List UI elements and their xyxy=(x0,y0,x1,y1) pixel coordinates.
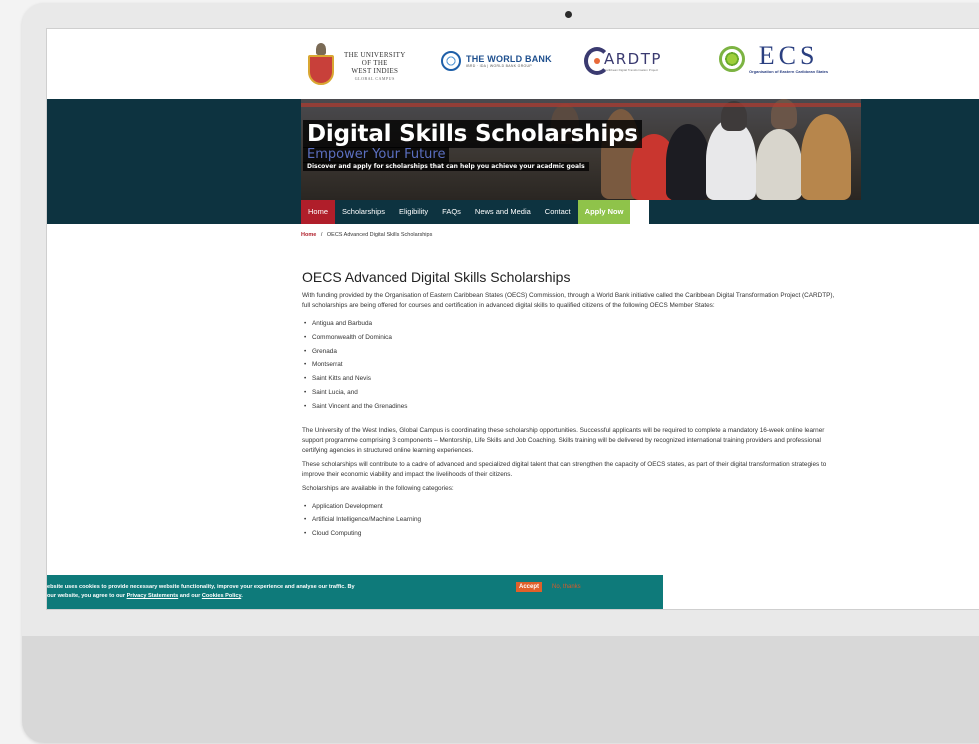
list-item: Montserrat xyxy=(302,358,842,372)
cardtp-title: ARDTP xyxy=(604,50,662,68)
breadcrumb-current: OECS Advanced Digital Skills Scholarship… xyxy=(326,232,433,238)
uwi-logo-text: THE UNIVERSITY OF THE WEST INDIES GLOBAL… xyxy=(344,51,406,81)
banner-title: Digital Skills Scholarships xyxy=(303,120,642,148)
hero-banner: Digital Skills Scholarships Empower Your… xyxy=(47,99,979,200)
monitor-chin xyxy=(22,636,979,743)
world-bank-logo[interactable]: THE WORLD BANK IBRD · IDA | WORLD BANK G… xyxy=(441,51,552,71)
nav-contact[interactable]: Contact xyxy=(537,200,578,224)
cookie-banner: ebsite uses cookies to provide necessary… xyxy=(47,575,663,609)
oecs-sun-icon xyxy=(719,45,745,72)
breadcrumb: Home / OECS Advanced Digital Skills Scho… xyxy=(301,232,432,238)
coordination-paragraph: The University of the West Indies, Globa… xyxy=(302,426,825,454)
list-item: Commonwealth of Dominica xyxy=(302,331,842,345)
list-item: Saint Lucia, and xyxy=(302,386,842,400)
oecs-sub: Organisation of Eastern Caribbean States xyxy=(749,69,829,74)
categories-intro: Scholarships are available in the follow… xyxy=(302,484,454,492)
list-item: Application Development xyxy=(302,500,842,514)
globe-icon xyxy=(441,51,461,71)
cardtp-logo[interactable]: ARDTP Caribbean Digital Transformation P… xyxy=(584,47,662,75)
main-nav: Home Scholarships Eligibility FAQs News … xyxy=(301,200,631,224)
oecs-title: ECS xyxy=(758,41,819,70)
oecs-logo[interactable]: ECS Organisation of Eastern Caribbean St… xyxy=(719,43,828,74)
page-title: OECS Advanced Digital Skills Scholarship… xyxy=(302,269,571,285)
world-bank-title: THE WORLD BANK xyxy=(466,54,552,64)
nav-faqs[interactable]: FAQs xyxy=(435,200,468,224)
breadcrumb-separator: / xyxy=(320,232,323,238)
breadcrumb-home-link[interactable]: Home xyxy=(301,232,316,238)
cookie-decline-button[interactable]: No, thanks xyxy=(552,584,581,590)
nav-news[interactable]: News and Media xyxy=(467,200,538,224)
partner-logos: THE UNIVERSITY OF THE WEST INDIES GLOBAL… xyxy=(47,29,979,99)
cookies-policy-link[interactable]: Cookies Policy xyxy=(202,593,241,599)
list-item: Cloud Computing xyxy=(302,527,842,541)
list-item: Artificial Intelligence/Machine Learning xyxy=(302,513,842,527)
impact-paragraph: These scholarships will contribute to a … xyxy=(302,460,827,478)
apply-now-button[interactable]: Apply Now xyxy=(577,200,631,224)
nav-scholarships[interactable]: Scholarships xyxy=(335,200,392,224)
categories-list: Application Development Artificial Intel… xyxy=(302,500,842,541)
nav-home[interactable]: Home xyxy=(301,200,336,224)
list-item: Grenada xyxy=(302,345,842,359)
main-content: OECS Advanced Digital Skills Scholarship… xyxy=(302,269,842,547)
world-bank-sub: IBRD · IDA | WORLD BANK GROUP xyxy=(466,64,533,68)
cookie-text: ebsite uses cookies to provide necessary… xyxy=(47,584,355,599)
privacy-statement-link[interactable]: Privacy Statements xyxy=(127,593,179,599)
cardtp-c-icon xyxy=(584,47,610,75)
member-states-list: Antigua and Barbuda Commonwealth of Domi… xyxy=(302,317,842,414)
cardtp-sub: Caribbean Digital Transformation Project xyxy=(604,68,659,72)
cookie-accept-button[interactable]: Accept xyxy=(516,582,543,592)
nav-bar-right xyxy=(649,200,979,224)
list-item: Saint Vincent and the Grenadines xyxy=(302,400,842,414)
list-item: Antigua and Barbuda xyxy=(302,317,842,331)
banner-subtext: Discover and apply for scholarships that… xyxy=(303,162,589,171)
uwi-crest-icon xyxy=(304,43,338,91)
uwi-logo[interactable]: THE UNIVERSITY OF THE WEST INDIES GLOBAL… xyxy=(304,43,406,91)
intro-paragraph: With funding provided by the Organisatio… xyxy=(302,292,835,309)
nav-bar-left xyxy=(47,200,301,224)
nav-eligibility[interactable]: Eligibility xyxy=(391,200,436,224)
browser-screen: THE UNIVERSITY OF THE WEST INDIES GLOBAL… xyxy=(46,28,979,610)
banner-tagline: Empower Your Future xyxy=(303,147,450,163)
camera-icon xyxy=(565,11,572,18)
list-item: Saint Kitts and Nevis xyxy=(302,372,842,386)
